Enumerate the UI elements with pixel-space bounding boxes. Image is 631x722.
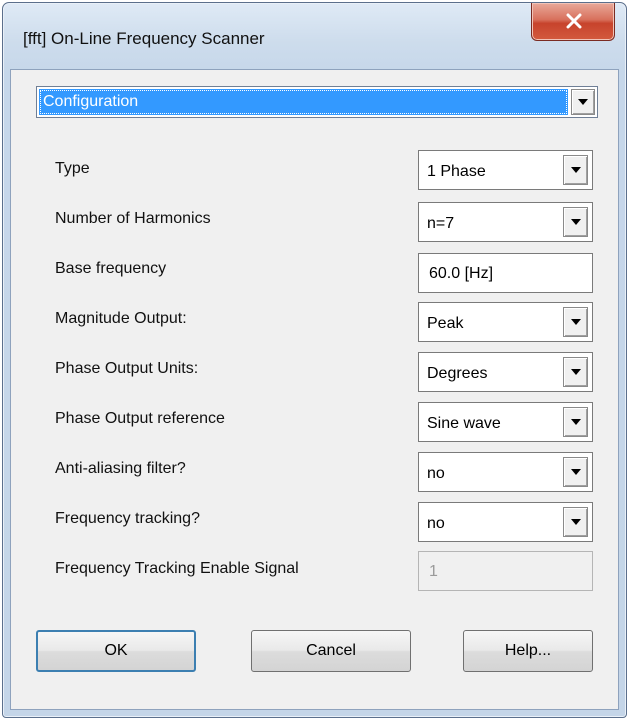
tracking-enable-signal-label: Frequency Tracking Enable Signal (55, 560, 299, 577)
frequency-tracking-label: Frequency tracking? (55, 510, 200, 527)
phase-units-label: Phase Output Units: (55, 360, 199, 377)
magnitude-output-label: Magnitude Output: (55, 310, 187, 327)
frequency-tracking-select[interactable]: no (418, 502, 593, 542)
phase-reference-label: Phase Output reference (55, 410, 225, 427)
dialog-window: [fft] On-Line Frequency Scanner Configur… (2, 2, 627, 718)
phase-reference-select[interactable]: Sine wave (418, 402, 593, 442)
type-select[interactable]: 1 Phase (418, 150, 593, 190)
type-dropdown-button[interactable] (563, 155, 588, 185)
window-title: [fft] On-Line Frequency Scanner (23, 29, 265, 48)
dialog-content: Configuration Type 1 Phase Number of Har… (10, 69, 619, 710)
base-frequency-label: Base frequency (55, 260, 167, 277)
frequency-tracking-value: no (427, 515, 445, 532)
anti-aliasing-select[interactable]: no (418, 452, 593, 492)
magnitude-output-select[interactable]: Peak (418, 302, 593, 342)
type-select-value: 1 Phase (427, 163, 486, 180)
tracking-enable-signal-input: 1 (418, 551, 593, 591)
harmonics-select-value: n=7 (427, 215, 455, 232)
help-button[interactable]: Help... (463, 630, 593, 672)
magnitude-output-value: Peak (427, 315, 464, 332)
close-x-icon (566, 13, 582, 29)
ok-button[interactable]: OK (36, 630, 196, 672)
harmonics-label: Number of Harmonics (55, 210, 211, 227)
section-select[interactable]: Configuration (36, 86, 598, 118)
base-frequency-input[interactable]: 60.0 [Hz] (418, 253, 593, 293)
close-button[interactable] (531, 3, 615, 41)
anti-aliasing-value: no (427, 465, 445, 482)
anti-aliasing-dropdown-button[interactable] (563, 457, 588, 487)
cancel-button[interactable]: Cancel (251, 630, 411, 672)
phase-units-value: Degrees (427, 365, 488, 382)
section-select-value: Configuration (39, 89, 568, 115)
section-select-dropdown-button[interactable] (571, 89, 595, 115)
phase-units-dropdown-button[interactable] (563, 357, 588, 387)
title-bar[interactable]: [fft] On-Line Frequency Scanner (3, 3, 626, 69)
phase-units-select[interactable]: Degrees (418, 352, 593, 392)
phase-reference-dropdown-button[interactable] (563, 407, 588, 437)
type-label: Type (55, 160, 90, 177)
tracking-enable-signal-value: 1 (429, 563, 438, 580)
harmonics-select[interactable]: n=7 (418, 202, 593, 242)
base-frequency-value: 60.0 [Hz] (429, 265, 494, 282)
magnitude-output-dropdown-button[interactable] (563, 307, 588, 337)
harmonics-dropdown-button[interactable] (563, 207, 588, 237)
frequency-tracking-dropdown-button[interactable] (563, 507, 588, 537)
anti-aliasing-label: Anti-aliasing filter? (55, 460, 186, 477)
phase-reference-value: Sine wave (427, 415, 501, 432)
